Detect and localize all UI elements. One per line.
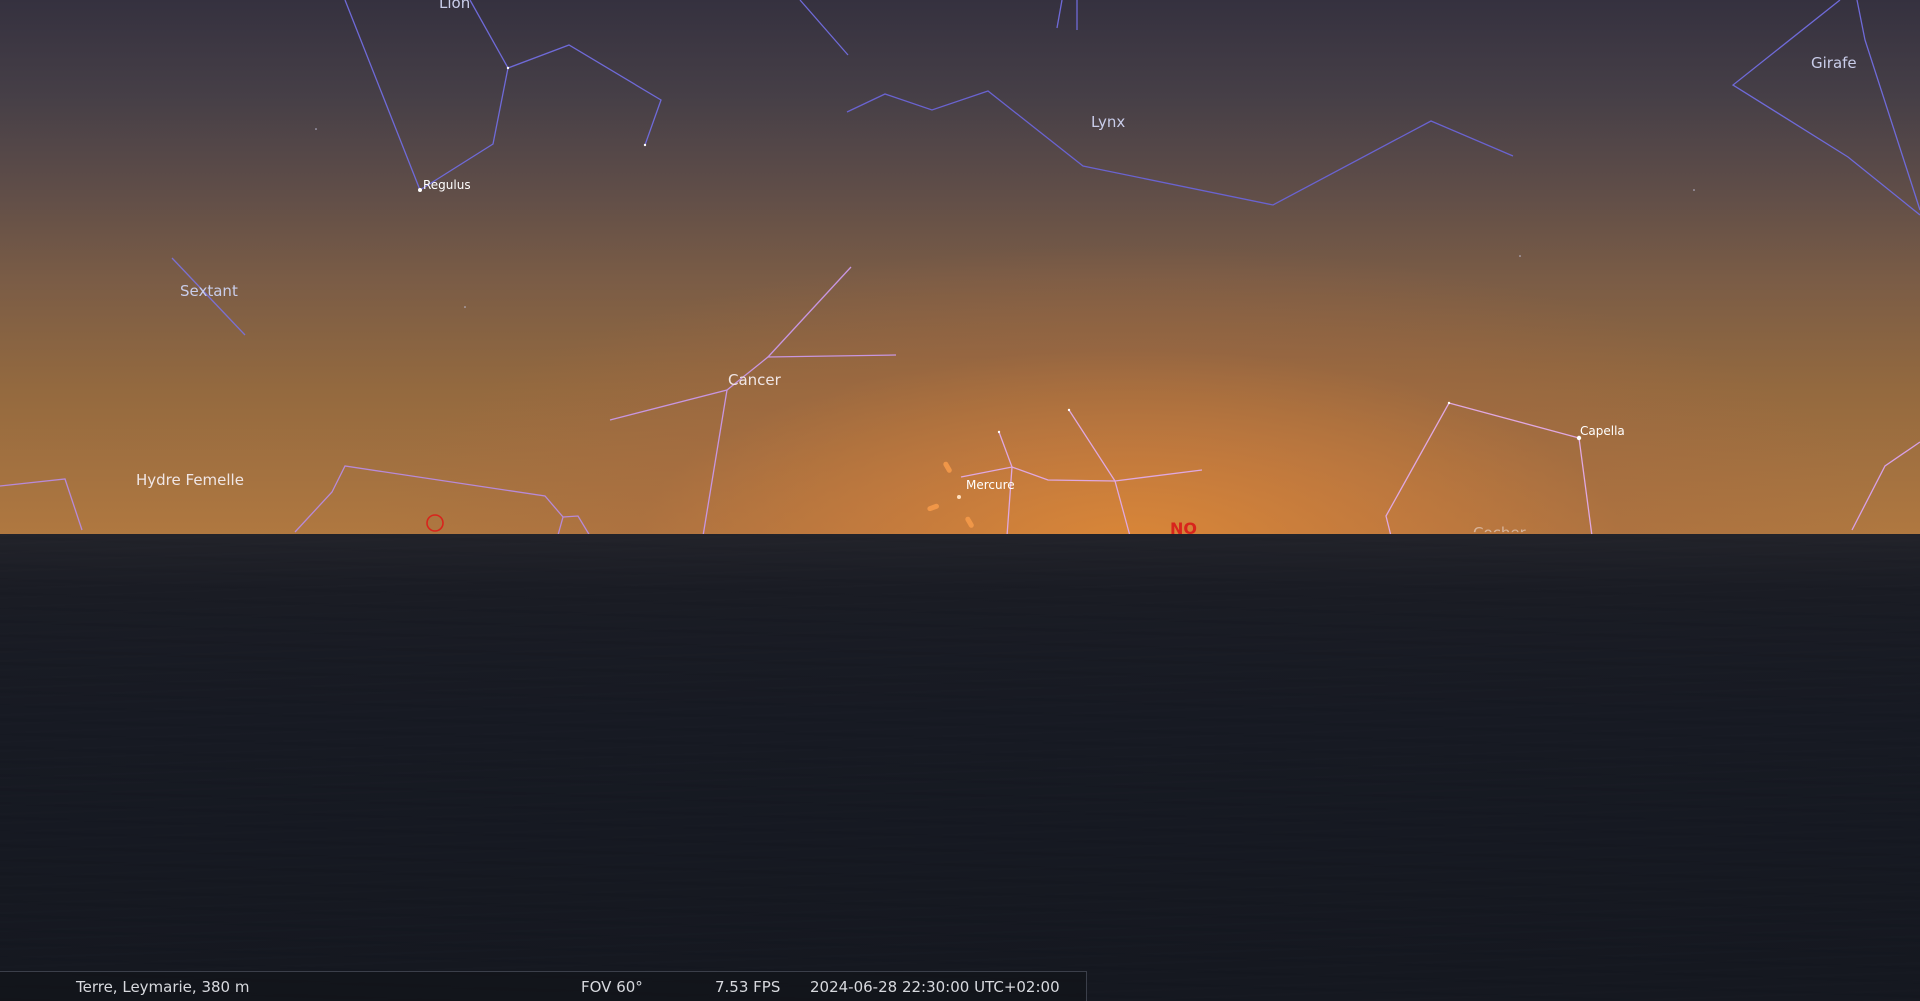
star-small — [643, 143, 647, 147]
star-faint — [464, 306, 466, 308]
sky-viewport[interactable]: Lion Lynx Girafe Sextant Cancer Hydre Fe… — [0, 0, 1920, 1001]
constellation-lines-lion — [344, 0, 662, 191]
constellation-label-lion[interactable]: Lion — [439, 0, 470, 12]
target-circle-icon — [426, 514, 444, 532]
mercure-selection-marker — [927, 461, 974, 528]
star-regulus — [418, 188, 422, 192]
datetime-text[interactable]: 2024-06-28 22:30:00 UTC+02:00 — [810, 978, 1060, 996]
constellation-lines-upper-center — [799, 0, 1078, 56]
constellation-label-cancer[interactable]: Cancer — [728, 371, 781, 389]
constellation-lines-lower-center — [960, 409, 1203, 537]
constellation-lines-right-edge — [1851, 441, 1920, 531]
constellation-label-sextant[interactable]: Sextant — [180, 282, 238, 300]
constellation-lines-cocher — [1385, 402, 1593, 537]
star-small — [1447, 401, 1451, 405]
star-faint — [1519, 255, 1521, 257]
cardinal-point-northwest: NO — [1170, 519, 1197, 538]
constellation-label-girafe[interactable]: Girafe — [1811, 54, 1857, 72]
star-faint — [315, 128, 317, 130]
status-bar: Terre, Leymarie, 380 m FOV 60° 7.53 FPS … — [0, 971, 1087, 1001]
constellation-lines-lynx — [846, 90, 1514, 206]
fps-text: 7.53 FPS — [715, 978, 781, 996]
star-small — [506, 66, 510, 70]
constellation-lines-cancer — [609, 266, 897, 537]
star-label-regulus[interactable]: Regulus — [423, 178, 471, 192]
location-text[interactable]: Terre, Leymarie, 380 m — [76, 978, 249, 996]
star-small — [997, 430, 1001, 434]
star-small — [1067, 408, 1071, 412]
star-label-capella[interactable]: Capella — [1580, 424, 1625, 438]
star-faint — [1693, 189, 1695, 191]
constellation-lines-hydre-femelle — [0, 465, 591, 537]
planet-mercure — [957, 495, 961, 499]
constellation-lines-girafe — [1731, 0, 1920, 216]
landscape-ground-texture — [0, 534, 1920, 1001]
constellation-label-hydre-femelle[interactable]: Hydre Femelle — [136, 471, 244, 489]
constellation-label-lynx[interactable]: Lynx — [1091, 113, 1125, 131]
planet-label-mercure[interactable]: Mercure — [966, 478, 1015, 492]
fov-text: FOV 60° — [581, 978, 643, 996]
